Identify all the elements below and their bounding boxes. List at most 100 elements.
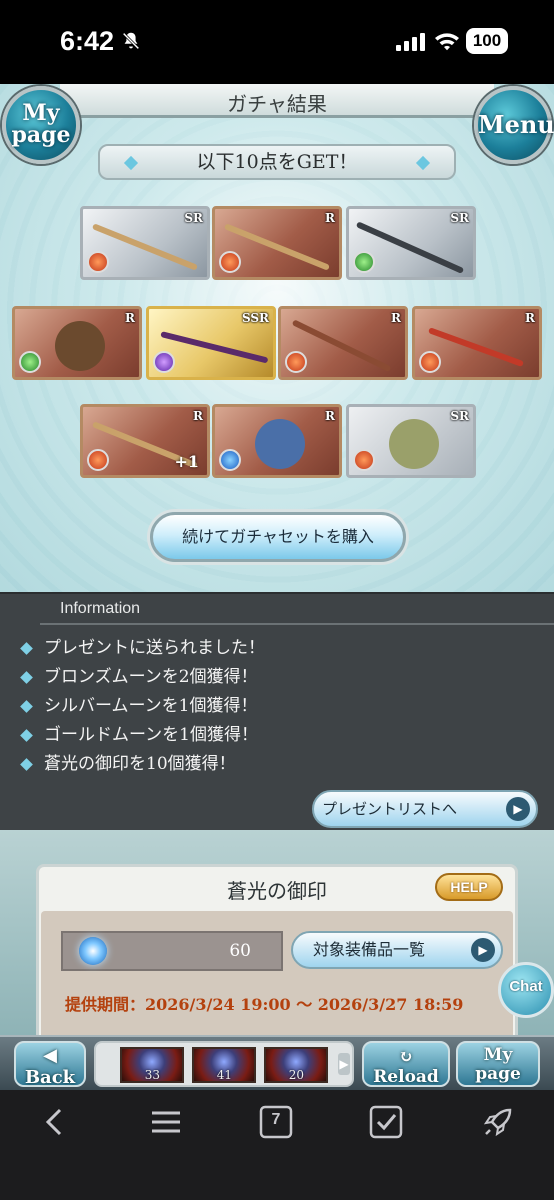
fire-element-icon <box>285 351 307 373</box>
footer-mypage-label-1: My <box>483 1045 513 1065</box>
target-equipment-label: 対象装備品一覧 <box>313 940 426 959</box>
seal-panel: 蒼光の御印 HELP 60 対象装備品一覧 ▶ 提供期間：2026/3/24 1… <box>0 830 554 1044</box>
help-button[interactable]: HELP <box>435 873 503 901</box>
character-icon <box>389 419 439 469</box>
mypage-label-2: page <box>11 122 71 148</box>
strip-next-icon[interactable]: ▶ <box>338 1053 350 1075</box>
play-arrow-icon: ▶ <box>471 938 495 962</box>
rarity-badge: R <box>525 311 535 325</box>
result-item-card[interactable]: R <box>212 404 342 478</box>
status-time: 6:42 <box>60 26 115 56</box>
result-item-card[interactable]: R <box>12 306 142 380</box>
result-item-card[interactable]: R <box>412 306 542 380</box>
menu-button[interactable]: Menu <box>474 86 554 164</box>
game-view: ガチャ結果 My page Menu 以下10点をGET！ SR R SR R SSR R… <box>0 84 554 1090</box>
result-item-card[interactable]: SR <box>346 404 476 478</box>
battery-indicator: 100 <box>466 28 508 54</box>
chat-button[interactable]: Chat <box>498 962 554 1018</box>
rarity-badge: R <box>325 211 335 225</box>
quest-thumbnail[interactable]: 20 <box>264 1047 328 1083</box>
back-button[interactable]: ◀ Back <box>14 1041 86 1088</box>
diamond-icon <box>123 155 139 171</box>
diamond-bullet-icon <box>20 700 33 713</box>
fire-element-icon <box>353 449 375 471</box>
reload-icon: ↻ <box>398 1047 414 1067</box>
information-text: プレゼントに送られました！ <box>44 638 265 658</box>
back-chevron-icon[interactable] <box>38 1104 74 1140</box>
fire-element-icon <box>219 251 241 273</box>
result-item-card[interactable]: R <box>212 206 342 280</box>
fire-element-icon <box>87 251 109 273</box>
checkbox-icon[interactable] <box>368 1104 404 1140</box>
get-banner: 以下10点をGET！ <box>98 144 456 180</box>
footer-mypage-button[interactable]: My page <box>456 1041 540 1087</box>
rarity-badge: SR <box>184 211 203 225</box>
game-footer: ◀ Back 33 41 20 ▶ ↻ Reload My page <box>0 1035 554 1090</box>
quest-count: 41 <box>216 1068 232 1082</box>
rocket-icon[interactable] <box>480 1104 516 1140</box>
wind-element-icon <box>19 351 41 373</box>
quest-strip[interactable]: 33 41 20 ▶ <box>94 1041 354 1087</box>
information-line: ゴールドムーンを1個獲得！ <box>18 721 265 750</box>
present-list-button[interactable]: プレゼントリストへ ▶ <box>312 790 538 828</box>
information-divider <box>40 623 554 625</box>
rarity-badge: R <box>325 409 335 423</box>
rarity-badge: SR <box>450 409 469 423</box>
diamond-bullet-icon <box>20 729 33 742</box>
rarity-badge: R <box>125 311 135 325</box>
back-arrow-icon: ◀ <box>43 1045 57 1066</box>
mypage-button[interactable]: My page <box>2 86 80 164</box>
result-item-card[interactable]: R +1 <box>80 404 210 478</box>
quest-count: 20 <box>288 1068 304 1082</box>
information-text: 蒼光の御印を10個獲得！ <box>44 754 236 774</box>
result-item-card[interactable]: SSR <box>146 306 276 380</box>
information-panel: Information プレゼントに送られました！ ブロンズムーンを2個獲得！ … <box>0 592 554 830</box>
play-arrow-icon: ▶ <box>506 797 530 821</box>
dagger-icon <box>427 327 524 368</box>
information-text: ブロンズムーンを2個獲得！ <box>44 667 258 687</box>
status-bar: 6:42 100 <box>0 0 554 84</box>
information-line: シルバームーンを1個獲得！ <box>18 692 265 721</box>
plus-badge: +1 <box>174 452 199 471</box>
quest-count: 33 <box>144 1068 160 1082</box>
rarity-badge: R <box>193 409 203 423</box>
result-item-card[interactable]: R <box>278 306 408 380</box>
seal-count: 60 <box>229 941 251 961</box>
footer-mypage-label-2: page <box>475 1064 521 1084</box>
dark-element-icon <box>153 351 175 373</box>
buy-again-button[interactable]: 続けてガチャセットを購入 <box>150 512 406 562</box>
rarity-badge: SSR <box>241 311 269 325</box>
fire-element-icon <box>419 351 441 373</box>
diamond-bullet-icon <box>20 758 33 771</box>
wifi-icon <box>435 33 459 51</box>
seal-count-box: 60 <box>61 931 283 971</box>
header-bar: ガチャ結果 <box>60 84 494 118</box>
seal-content: 60 対象装備品一覧 ▶ 提供期間：2026/3/24 19:00 〜 2026… <box>41 911 513 1041</box>
result-item-card[interactable]: SR <box>80 206 210 280</box>
target-equipment-button[interactable]: 対象装備品一覧 ▶ <box>291 931 503 969</box>
information-list: プレゼントに送られました！ ブロンズムーンを2個獲得！ シルバームーンを1個獲得… <box>18 634 265 779</box>
offer-period: 提供期間：2026/3/24 19:00 〜 2026/3/27 18:59 <box>65 995 464 1014</box>
result-item-card[interactable]: SR <box>346 206 476 280</box>
information-line: プレゼントに送られました！ <box>18 634 265 663</box>
back-label: Back <box>24 1067 76 1088</box>
information-text: シルバームーンを1個獲得！ <box>44 696 258 716</box>
menu-lines-icon[interactable] <box>148 1104 184 1140</box>
fire-element-icon <box>87 449 109 471</box>
quest-thumbnail[interactable]: 33 <box>120 1047 184 1083</box>
claw-icon <box>160 331 269 364</box>
information-title: Information <box>60 600 141 617</box>
tab-count: 7 <box>271 1111 281 1128</box>
reload-label: Reload <box>373 1067 439 1087</box>
quest-thumbnail[interactable]: 41 <box>192 1047 256 1083</box>
reload-button[interactable]: ↻ Reload <box>362 1041 450 1087</box>
browser-toolbar: 7 <box>0 1090 554 1200</box>
page-title: ガチャ結果 <box>227 92 327 116</box>
blue-seal-icon <box>79 937 107 965</box>
information-text: ゴールドムーンを1個獲得！ <box>44 725 258 745</box>
beast-icon <box>255 419 305 469</box>
diamond-bullet-icon <box>20 671 33 684</box>
bell-muted-icon <box>122 32 140 50</box>
rarity-badge: R <box>391 311 401 325</box>
tabs-icon[interactable]: 7 <box>258 1104 294 1140</box>
